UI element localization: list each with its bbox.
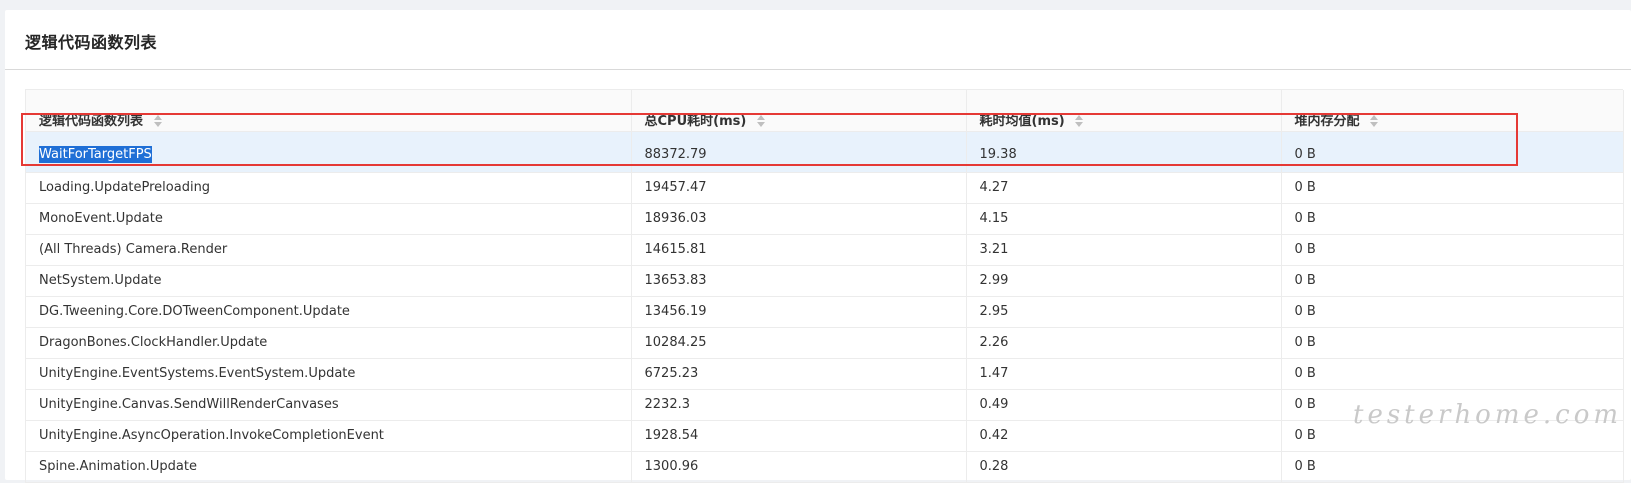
cell-total-cpu: 1300.96 xyxy=(631,451,967,483)
cell-avg-time: 0.28 xyxy=(966,451,1282,483)
cell-function-name: Loading.UpdatePreloading xyxy=(26,172,632,204)
cell-function-name: (All Threads) Camera.Render xyxy=(26,234,632,266)
cell-total-cpu: 14615.81 xyxy=(631,234,967,266)
table-row[interactable]: NetSystem.Update 13653.83 2.99 0 B xyxy=(26,265,1624,297)
cell-avg-time: 0.49 xyxy=(966,389,1282,421)
watermark-logo: testerhome.com xyxy=(1353,400,1623,430)
table-row[interactable]: DragonBones.ClockHandler.Update 10284.25… xyxy=(26,327,1624,359)
cell-total-cpu: 19457.47 xyxy=(631,172,967,204)
cell-function-name: DG.Tweening.Core.DOTweenComponent.Update xyxy=(26,296,632,328)
table-row[interactable]: UnityEngine.EventSystems.EventSystem.Upd… xyxy=(26,358,1624,390)
sort-icon[interactable] xyxy=(1370,115,1379,127)
table-row[interactable]: (All Threads) Camera.Render 14615.81 3.2… xyxy=(26,234,1624,266)
cell-function-name: MonoEvent.Update xyxy=(26,203,632,235)
cell-heap-alloc: 0 B xyxy=(1281,172,1624,204)
column-header-avg-time[interactable]: 耗时均值(ms) xyxy=(966,90,1282,132)
card-header: 逻辑代码函数列表 xyxy=(5,10,1631,70)
column-header-function-name[interactable]: 逻辑代码函数列表 xyxy=(26,90,632,132)
cell-total-cpu: 18936.03 xyxy=(631,203,967,235)
table-row[interactable]: Loading.UpdatePreloading 19457.47 4.27 0… xyxy=(26,172,1624,204)
cell-heap-alloc: 0 B xyxy=(1281,131,1624,173)
sort-icon[interactable] xyxy=(1075,115,1084,127)
cell-heap-alloc: 0 B xyxy=(1281,358,1624,390)
sort-icon[interactable] xyxy=(756,115,766,127)
table-row[interactable]: DG.Tweening.Core.DOTweenComponent.Update… xyxy=(26,296,1624,328)
table-row[interactable]: MonoEvent.Update 18936.03 4.15 0 B xyxy=(26,203,1624,235)
table-row[interactable]: WaitForTargetFPS 88372.79 19.38 0 B xyxy=(26,131,1624,173)
cell-heap-alloc: 0 B xyxy=(1281,296,1624,328)
cell-avg-time: 3.21 xyxy=(966,234,1282,266)
sort-icon[interactable] xyxy=(153,115,163,127)
cell-avg-time: 4.27 xyxy=(966,172,1282,204)
cell-function-name: NetSystem.Update xyxy=(26,265,632,297)
cell-heap-alloc: 0 B xyxy=(1281,203,1624,235)
cell-heap-alloc: 0 B xyxy=(1281,451,1624,483)
card-title: 逻辑代码函数列表 xyxy=(25,33,158,52)
column-header-total-cpu[interactable]: 总CPU耗时(ms) xyxy=(631,90,967,132)
cell-heap-alloc: 0 B xyxy=(1281,234,1624,266)
cell-avg-time: 2.26 xyxy=(966,327,1282,359)
column-header-heap-alloc[interactable]: 堆内存分配 xyxy=(1281,90,1624,132)
cell-total-cpu: 10284.25 xyxy=(631,327,967,359)
cell-total-cpu: 2232.3 xyxy=(631,389,967,421)
cell-total-cpu: 6725.23 xyxy=(631,358,967,390)
cell-avg-time: 4.15 xyxy=(966,203,1282,235)
cell-avg-time: 1.47 xyxy=(966,358,1282,390)
cell-function-name: UnityEngine.Canvas.SendWillRenderCanvase… xyxy=(26,389,632,421)
cell-total-cpu: 1928.54 xyxy=(631,420,967,452)
cell-avg-time: 19.38 xyxy=(966,131,1282,173)
cell-function-name: WaitForTargetFPS xyxy=(26,131,632,173)
cell-total-cpu: 13456.19 xyxy=(631,296,967,328)
cell-function-name: UnityEngine.EventSystems.EventSystem.Upd… xyxy=(26,358,632,390)
cell-total-cpu: 88372.79 xyxy=(631,131,967,173)
selected-function-name[interactable]: WaitForTargetFPS xyxy=(39,146,152,163)
cell-heap-alloc: 0 B xyxy=(1281,265,1624,297)
table-header-row: 逻辑代码函数列表 总CPU耗时(ms) 耗时均值(ms) 堆内存分配 xyxy=(26,90,1624,132)
table-row[interactable]: Spine.Animation.Update 1300.96 0.28 0 B xyxy=(26,451,1624,483)
cell-function-name: UnityEngine.AsyncOperation.InvokeComplet… xyxy=(26,420,632,452)
cell-avg-time: 0.42 xyxy=(966,420,1282,452)
cell-function-name: DragonBones.ClockHandler.Update xyxy=(26,327,632,359)
cell-total-cpu: 13653.83 xyxy=(631,265,967,297)
cell-avg-time: 2.99 xyxy=(966,265,1282,297)
cell-function-name: Spine.Animation.Update xyxy=(26,451,632,483)
cell-avg-time: 2.95 xyxy=(966,296,1282,328)
cell-heap-alloc: 0 B xyxy=(1281,327,1624,359)
